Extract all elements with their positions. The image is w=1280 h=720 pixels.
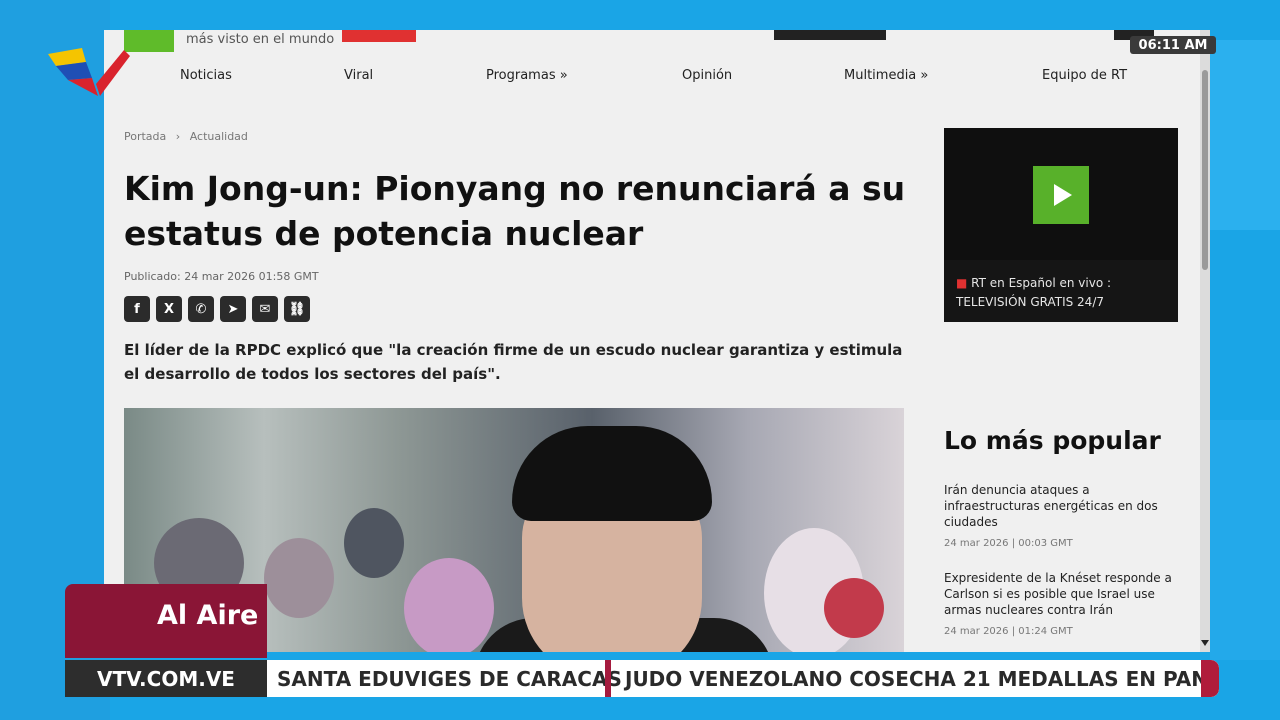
live-caption[interactable]: ■ RT en Español en vivo : TELEVISIÓN GRA…: [956, 274, 1171, 312]
nav-noticias[interactable]: Noticias: [180, 68, 232, 83]
news-ticker: VTV.COM.VE SANTA EDUVIGES DE CARACAS JUD…: [65, 660, 1219, 697]
share-buttons: f X ✆ ➤ ✉ ⛓: [124, 296, 310, 322]
article-headline: Kim Jong-un: Pionyang no renunciará a su…: [124, 169, 906, 253]
link-icon[interactable]: ⛓: [284, 296, 310, 322]
ticker-item-2: JUDO VENEZOLANO COSECHA 21 MEDALLAS EN P…: [625, 667, 1219, 691]
breadcrumb-home[interactable]: Portada: [124, 130, 166, 143]
on-air-badge: Al Aire: [65, 584, 267, 658]
nav-viral[interactable]: Viral: [344, 68, 373, 83]
popular-heading: Lo más popular: [944, 426, 1161, 455]
email-icon[interactable]: ✉: [252, 296, 278, 322]
whatsapp-icon[interactable]: ✆: [188, 296, 214, 322]
breadcrumb-section[interactable]: Actualidad: [190, 130, 248, 143]
ticker-end-cap: [1201, 660, 1219, 697]
webpage-viewport: más visto en el mundo Noticias Viral Pro…: [104, 30, 1200, 652]
popular-item-2[interactable]: Expresidente de la Knéset responde a Car…: [944, 570, 1180, 618]
popular-item-1[interactable]: Irán denuncia ataques a infraestructuras…: [944, 482, 1180, 530]
ticker-separator: [605, 660, 611, 697]
header-red-bar: [342, 30, 416, 42]
ticker-site: VTV.COM.VE: [65, 660, 267, 697]
popular-date-2: 24 mar 2026 | 01:24 GMT: [944, 626, 1073, 637]
live-video-widget[interactable]: ■ RT en Español en vivo : TELEVISIÓN GRA…: [944, 128, 1178, 322]
video-screen[interactable]: [944, 128, 1178, 260]
clock-display: 06:11 AM: [1130, 36, 1216, 54]
nav-opinion[interactable]: Opinión: [682, 68, 732, 83]
header-dark-bar: [774, 30, 886, 40]
telegram-icon[interactable]: ➤: [220, 296, 246, 322]
vtv-logo: [48, 48, 130, 96]
main-nav: Noticias Viral Programas » Opinión Multi…: [104, 68, 1200, 90]
nav-equipo[interactable]: Equipo de RT: [1042, 68, 1127, 83]
live-caption-line1: RT en Español en vivo :: [971, 276, 1112, 290]
site-tagline: más visto en el mundo: [186, 32, 335, 47]
scroll-thumb[interactable]: [1202, 70, 1208, 270]
article-lede: El líder de la RPDC explicó que "la crea…: [124, 341, 903, 383]
rt-logo[interactable]: [124, 30, 174, 52]
x-icon[interactable]: X: [156, 296, 182, 322]
facebook-icon[interactable]: f: [124, 296, 150, 322]
nav-programas[interactable]: Programas »: [486, 68, 568, 83]
scroll-down-arrow-icon[interactable]: [1201, 640, 1209, 646]
breadcrumb: Portada › Actualidad: [124, 130, 248, 143]
live-caption-line2: TELEVISIÓN GRATIS 24/7: [956, 295, 1104, 309]
live-dot-icon: ■: [956, 276, 968, 290]
breadcrumb-separator: ›: [175, 130, 181, 143]
ticker-item-1: SANTA EDUVIGES DE CARACAS: [277, 667, 622, 691]
popular-date-1: 24 mar 2026 | 00:03 GMT: [944, 538, 1073, 549]
person-hair: [512, 426, 712, 521]
on-air-label: Al Aire: [157, 600, 259, 631]
play-icon[interactable]: [1033, 166, 1089, 224]
publish-date: Publicado: 24 mar 2026 01:58 GMT: [124, 270, 319, 283]
nav-multimedia[interactable]: Multimedia »: [844, 68, 928, 83]
